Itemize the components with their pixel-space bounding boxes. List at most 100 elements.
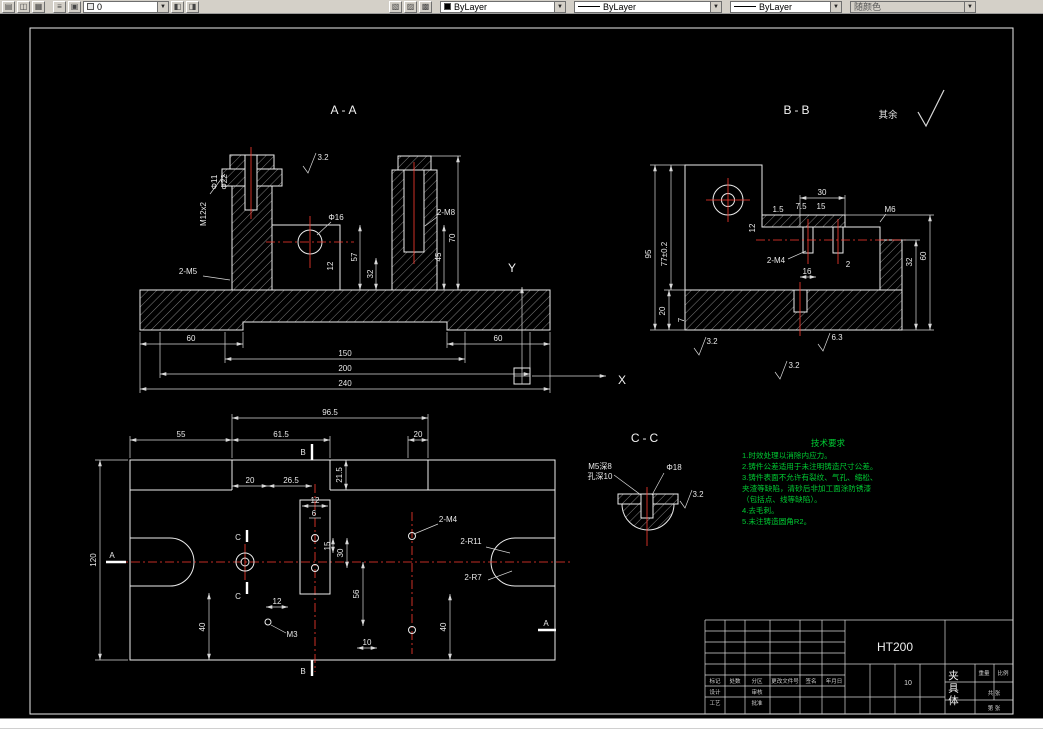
- dim-label: 150: [338, 349, 352, 358]
- technical-notes: 技术要求 1.时效处理以消除内应力。 2.铸件公差适用于未注明铸造尺寸公差。 3…: [742, 438, 877, 526]
- surface-finish-label: 6.3: [831, 333, 843, 342]
- command-line[interactable]: [0, 718, 1043, 738]
- lineweight-sample-icon: [734, 6, 756, 7]
- save-button[interactable]: ▦: [32, 0, 45, 13]
- chevron-down-icon[interactable]: ▼: [157, 1, 168, 12]
- dim-label: Φ16: [328, 213, 344, 222]
- dim-label: 12: [311, 496, 320, 505]
- lineweight-combo[interactable]: ByLayer ▼: [730, 0, 842, 13]
- dim-label: 60: [187, 334, 196, 343]
- tb-cell-label: 设计: [709, 688, 721, 696]
- plotstyle-combo[interactable]: 随颜色 ▼: [850, 0, 976, 13]
- dim-label: 70: [448, 233, 457, 242]
- title-block: HT200 10 标记 处数 分区 更改文件号 签名 年月日 设计 审核 工艺 …: [704, 619, 1013, 714]
- tb-cell-label: 更改文件号: [771, 677, 799, 685]
- dim-label: 45: [434, 252, 443, 261]
- dim-label: 40: [439, 622, 448, 631]
- dim-label: 77±0.2: [660, 241, 669, 266]
- chevron-down-icon[interactable]: ▼: [710, 1, 721, 12]
- toolbar-separator: [724, 1, 728, 13]
- dim-label: 57: [350, 252, 359, 261]
- section-title: C-C: [631, 431, 661, 445]
- dim-label: Φ11: [210, 174, 219, 189]
- dim-label: 7.5: [795, 202, 807, 211]
- match-properties-button[interactable]: ▧: [389, 0, 402, 13]
- dim-label: 26.5: [283, 476, 299, 485]
- dim-label: 40: [198, 622, 207, 631]
- color-value: ByLayer: [454, 1, 488, 12]
- surface-finish-label: 3.2: [706, 337, 718, 346]
- tb-cell-label: 重量: [978, 669, 990, 677]
- layer-properties-button[interactable]: ≡: [53, 0, 66, 13]
- tb-cell-label: 工艺: [709, 700, 721, 707]
- dim-label: 2-M8: [437, 208, 456, 217]
- new-file-button[interactable]: ▤: [2, 0, 15, 13]
- y-axis-label: Y: [508, 261, 516, 275]
- dim-label: 16: [803, 267, 812, 276]
- dim-label: 20: [658, 306, 667, 315]
- plotstyle-value: 随颜色: [854, 2, 882, 12]
- note-line: 5.未注铸造圆角R2。: [742, 516, 811, 526]
- surface-finish-label: 3.2: [788, 361, 800, 370]
- toolbar-separator: [568, 1, 572, 13]
- section-mark: C: [235, 592, 241, 601]
- layer-combo[interactable]: 0 ▼: [83, 0, 169, 13]
- dim-label: 2-R11: [460, 537, 482, 546]
- depth-label: 孔深10: [588, 472, 613, 481]
- open-file-button[interactable]: ◫: [17, 0, 30, 13]
- dim-label: 61.5: [273, 430, 289, 439]
- toolbar-separator: [434, 1, 438, 13]
- dim-label: 20: [246, 476, 255, 485]
- color-combo[interactable]: ByLayer ▼: [440, 0, 566, 13]
- chevron-down-icon[interactable]: ▼: [830, 1, 841, 12]
- dim-label: 12: [326, 261, 335, 270]
- dim-label: 120: [89, 553, 98, 567]
- dim-label: Φ22: [220, 174, 229, 190]
- dim-label: M3: [286, 630, 298, 639]
- section-title: A-A: [330, 103, 359, 117]
- drawing-canvas[interactable]: A-A M12x2 Φ11 Φ22 Φ16 2-M8 2-M5 70 45 57…: [0, 14, 1043, 718]
- toolbar-separator: [844, 1, 848, 13]
- tb-cell-label: 第 张: [988, 704, 1001, 712]
- linetype-combo[interactable]: ByLayer ▼: [574, 0, 722, 13]
- dim-label: 2-R7: [464, 573, 482, 582]
- dim-label: 240: [338, 379, 352, 388]
- note-line: 2.铸件公差适用于未注明铸造尺寸公差。: [742, 461, 877, 471]
- dim-label: 12: [273, 597, 282, 606]
- dim-label: 10: [363, 638, 372, 647]
- view-plan: 96.5 55 61.5 20 120 20 26.5 21.5 12 6 15…: [89, 408, 572, 676]
- chevron-down-icon[interactable]: ▼: [964, 1, 975, 12]
- note-line: 3.铸件表面不允许有裂纹、气孔、缩松、: [742, 472, 877, 482]
- dim-label: 56: [352, 589, 361, 598]
- dim-label: 2-M5: [179, 267, 198, 276]
- section-mark: B: [300, 448, 305, 457]
- tool-button[interactable]: ▩: [419, 0, 432, 13]
- section-mark: A: [109, 551, 115, 560]
- note-line: 4.去毛刺。: [742, 505, 779, 515]
- dim-label: 60: [494, 334, 503, 343]
- dim-label: M6: [884, 205, 896, 214]
- linetype-value: ByLayer: [603, 1, 637, 12]
- lineweight-value: ByLayer: [759, 1, 793, 12]
- linetype-sample-icon: [578, 6, 600, 7]
- layers-button[interactable]: ▣: [68, 0, 81, 13]
- dim-label: 2-M4: [439, 515, 458, 524]
- surface-finish-label: 3.2: [692, 490, 704, 499]
- chevron-down-icon[interactable]: ▼: [554, 1, 565, 12]
- command-history: [0, 719, 1043, 729]
- dim-label: 55: [177, 430, 186, 439]
- dim-label: 6: [312, 509, 317, 518]
- dim-label: 95: [644, 249, 653, 258]
- layer-previous-button[interactable]: ◨: [186, 0, 199, 13]
- dim-label: 60: [919, 251, 928, 260]
- tb-cell-label: 审核: [751, 688, 763, 696]
- view-bb: B-B 其余 95 77±0.2 30 7.5 15 1.5 12 2-M4 1…: [644, 89, 945, 380]
- x-axis-label: X: [618, 373, 626, 387]
- tb-cell-label: 标记: [709, 677, 721, 685]
- section-mark: A: [543, 619, 549, 628]
- make-object-layer-current-button[interactable]: ◧: [171, 0, 184, 13]
- properties-button[interactable]: ▨: [404, 0, 417, 13]
- color-swatch: [444, 3, 451, 10]
- dim-label: 15: [817, 202, 826, 211]
- dim-label: 32: [905, 257, 914, 266]
